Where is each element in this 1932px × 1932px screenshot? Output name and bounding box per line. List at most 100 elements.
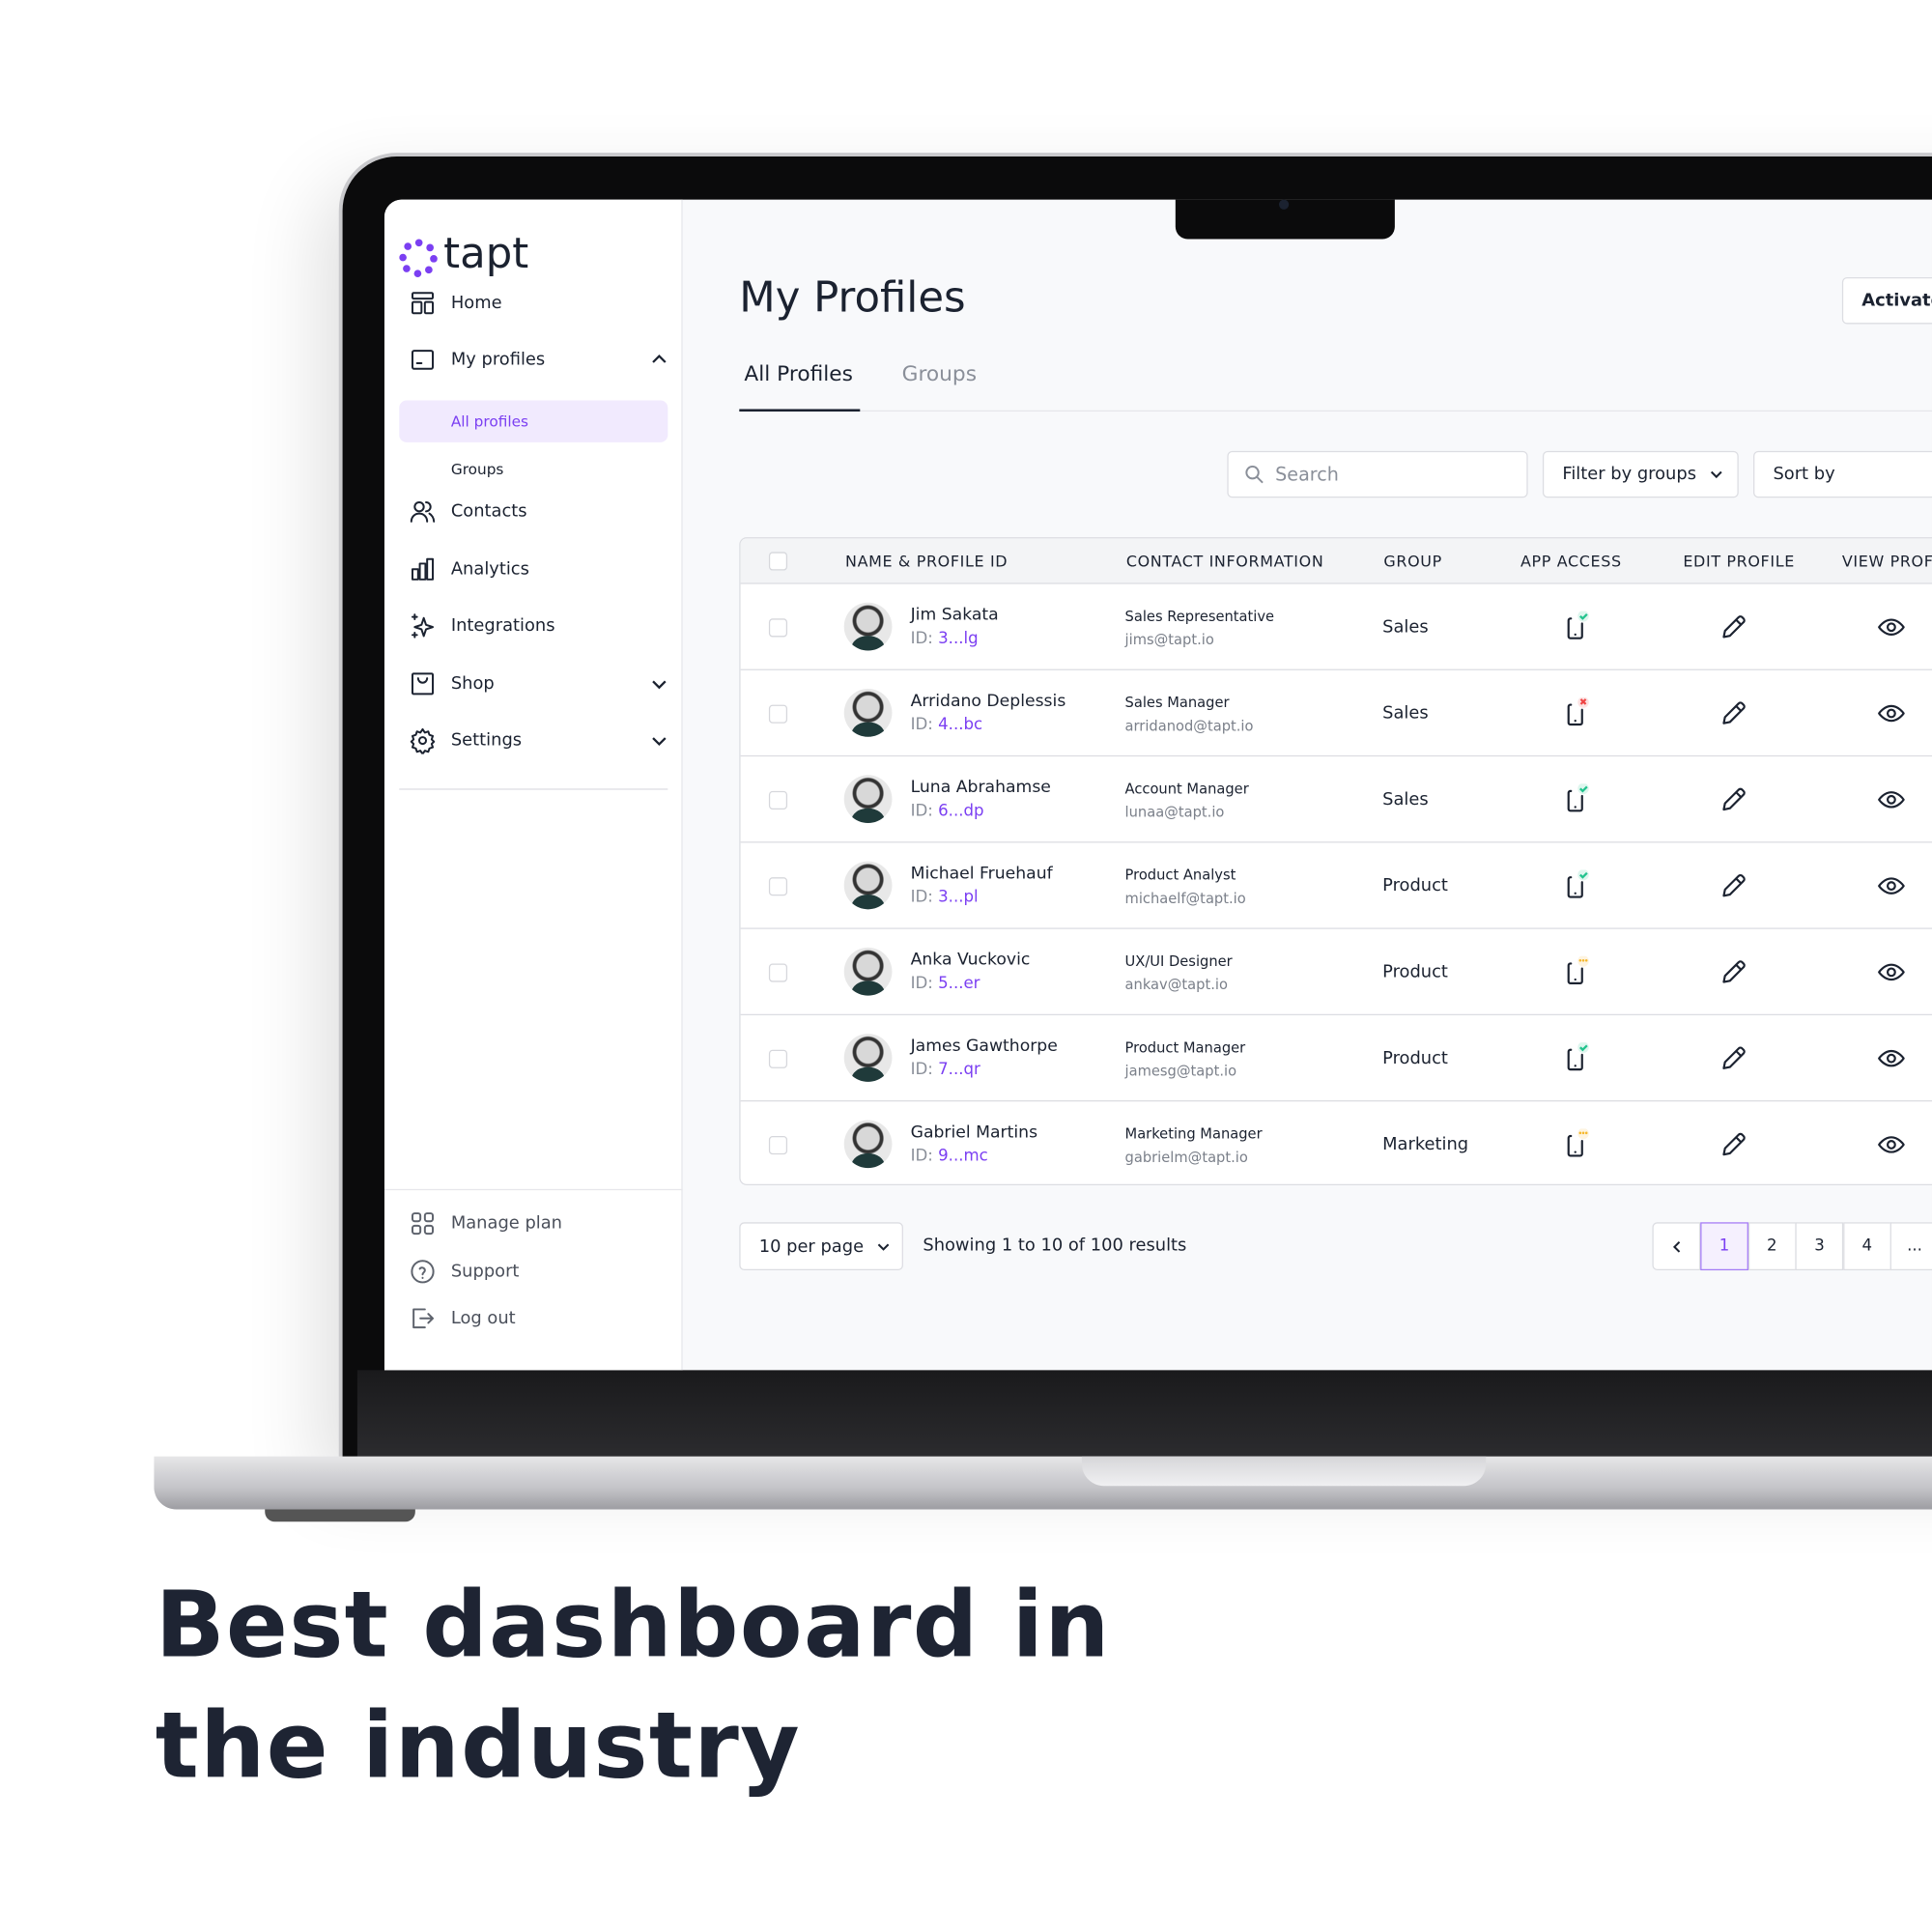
view-eye-icon[interactable]: [1877, 698, 1907, 728]
row-checkbox[interactable]: [768, 790, 788, 810]
row-checkbox[interactable]: [768, 877, 788, 896]
pagination-page-4[interactable]: 4: [1842, 1222, 1891, 1271]
logo[interactable]: tapt: [399, 229, 528, 278]
headline: Best dashboard in the industry: [156, 1565, 1111, 1806]
view-eye-icon[interactable]: [1877, 1130, 1907, 1160]
row-checkbox[interactable]: [768, 618, 788, 638]
profile-role: UX/UI Designer: [1124, 952, 1233, 970]
row-checkbox[interactable]: [768, 1049, 788, 1068]
app-screen: tapt Home My profiles Contacts Analytics Int…: [384, 199, 1932, 1371]
avatar: [843, 602, 893, 651]
view-eye-icon[interactable]: [1877, 784, 1907, 814]
profile-id-value[interactable]: 7...qr: [938, 1061, 980, 1079]
pagination-page-2[interactable]: 2: [1747, 1222, 1797, 1271]
activate-button[interactable]: Activate: [1841, 276, 1932, 325]
header-contact[interactable]: CONTACT INFORMATION: [1126, 552, 1324, 570]
view-eye-icon[interactable]: [1877, 612, 1907, 642]
view-eye-icon[interactable]: [1877, 871, 1907, 901]
profile-id-value[interactable]: 6...dp: [938, 802, 983, 820]
profile-email: jamesg@tapt.io: [1124, 1062, 1237, 1080]
chevron-down-icon[interactable]: [650, 675, 668, 693]
per-page-dropdown[interactable]: 10 per page: [739, 1222, 903, 1271]
edit-pencil-icon[interactable]: [1719, 871, 1748, 901]
tab-all-profiles[interactable]: All Profiles: [744, 362, 853, 387]
sidebar-item-my-profiles[interactable]: My profiles: [409, 346, 668, 373]
search-placeholder: Search: [1275, 463, 1339, 486]
edit-pencil-icon[interactable]: [1719, 784, 1748, 814]
profile-name[interactable]: Anka Vuckovic: [911, 950, 1031, 969]
sidebar-footer-manage-plan[interactable]: Manage plan: [409, 1210, 668, 1237]
row-checkbox[interactable]: [768, 963, 788, 982]
sidebar-footer-label: Manage plan: [450, 1213, 563, 1234]
sidebar-subitem-groups[interactable]: Groups: [399, 448, 668, 490]
profile-role: Sales Representative: [1124, 607, 1275, 625]
view-eye-icon[interactable]: [1877, 1043, 1907, 1073]
pagination-page-1[interactable]: 1: [1700, 1222, 1748, 1271]
sidebar-footer-log-out[interactable]: Log out: [409, 1305, 668, 1332]
profile-id: ID: 3...lg: [911, 630, 979, 648]
profile-name[interactable]: Jim Sakata: [911, 605, 999, 624]
sidebar-item-shop[interactable]: Shop: [409, 670, 668, 697]
sidebar-subitem-all-profiles[interactable]: All profiles: [399, 400, 668, 442]
id-prefix: ID:: [910, 974, 939, 994]
chevron-down-icon[interactable]: [650, 732, 668, 750]
profile-id-value[interactable]: 9...mc: [938, 1147, 988, 1165]
laptop-chin: [356, 1370, 1932, 1457]
help-icon: [411, 1260, 435, 1284]
pagination-prev-button[interactable]: [1652, 1222, 1701, 1271]
sidebar-item-label: Analytics: [450, 559, 529, 580]
row-checkbox[interactable]: [768, 1136, 788, 1155]
profile-id-value[interactable]: 5...er: [938, 975, 980, 993]
id-prefix: ID:: [910, 1147, 939, 1166]
sidebar-item-home[interactable]: Home: [409, 290, 668, 317]
profile-id-value[interactable]: 3...pl: [938, 889, 979, 907]
sidebar-item-analytics[interactable]: Analytics: [409, 555, 668, 582]
edit-pencil-icon[interactable]: [1719, 1043, 1748, 1073]
id-prefix: ID:: [910, 802, 939, 821]
profile-id-value[interactable]: 3...lg: [938, 630, 979, 648]
view-eye-icon[interactable]: [1877, 957, 1907, 987]
layout-icon: [411, 292, 435, 315]
chevron-up-icon[interactable]: [650, 352, 668, 369]
tab-groups[interactable]: Groups: [902, 362, 977, 387]
edit-pencil-icon[interactable]: [1719, 612, 1748, 642]
header-edit-profile: EDIT PROFILE: [1683, 552, 1795, 571]
header-group[interactable]: GROUP: [1383, 552, 1441, 570]
tapt-logo-icon: [399, 239, 438, 277]
profile-name[interactable]: Michael Fruehauf: [911, 864, 1053, 883]
pagination-page-ellipsis[interactable]: ...: [1890, 1222, 1932, 1271]
pagination-page-3[interactable]: 3: [1795, 1222, 1844, 1271]
profile-email: jims@tapt.io: [1124, 631, 1214, 648]
profile-name[interactable]: Gabriel Martins: [911, 1122, 1037, 1142]
profile-email: michaelf@tapt.io: [1124, 889, 1246, 907]
profile-name[interactable]: James Gawthorpe: [911, 1037, 1058, 1056]
edit-pencil-icon[interactable]: [1719, 698, 1748, 728]
profile-id-value[interactable]: 4...bc: [938, 716, 982, 734]
app-access-pending-icon: [1567, 1128, 1589, 1157]
profile-name[interactable]: Arridano Deplessis: [911, 692, 1066, 711]
sort-by-dropdown[interactable]: Sort by: [1753, 450, 1932, 498]
filter-by-groups-dropdown[interactable]: Filter by groups: [1542, 450, 1739, 498]
sidebar-item-integrations[interactable]: Integrations: [409, 612, 668, 639]
search-input[interactable]: Search: [1227, 450, 1528, 498]
profile-name[interactable]: Luna Abrahamse: [911, 778, 1051, 797]
chevron-left-icon: [1672, 1240, 1680, 1253]
select-all-checkbox[interactable]: [768, 552, 788, 571]
row-checkbox[interactable]: [768, 704, 788, 724]
edit-pencil-icon[interactable]: [1719, 1130, 1748, 1160]
profile-role: Account Manager: [1124, 780, 1249, 798]
profile-role: Sales Manager: [1124, 694, 1230, 711]
sidebar-item-contacts[interactable]: Contacts: [409, 497, 668, 525]
avatar: [843, 689, 893, 737]
grid-icon: [411, 1212, 435, 1236]
app-access-denied-icon: [1567, 696, 1589, 726]
header-name[interactable]: NAME & PROFILE ID: [845, 552, 1008, 570]
sidebar-item-label: Shop: [450, 673, 495, 695]
profile-id: ID: 9...mc: [911, 1147, 988, 1165]
edit-pencil-icon[interactable]: [1719, 957, 1748, 987]
sidebar-item-settings[interactable]: Settings: [409, 727, 668, 754]
table-header: NAME & PROFILE ID CONTACT INFORMATION GR…: [740, 538, 1932, 584]
chevron-down-icon: [1710, 470, 1722, 479]
app-access-pending-icon: [1567, 955, 1589, 984]
sidebar-footer-support[interactable]: Support: [409, 1258, 668, 1285]
